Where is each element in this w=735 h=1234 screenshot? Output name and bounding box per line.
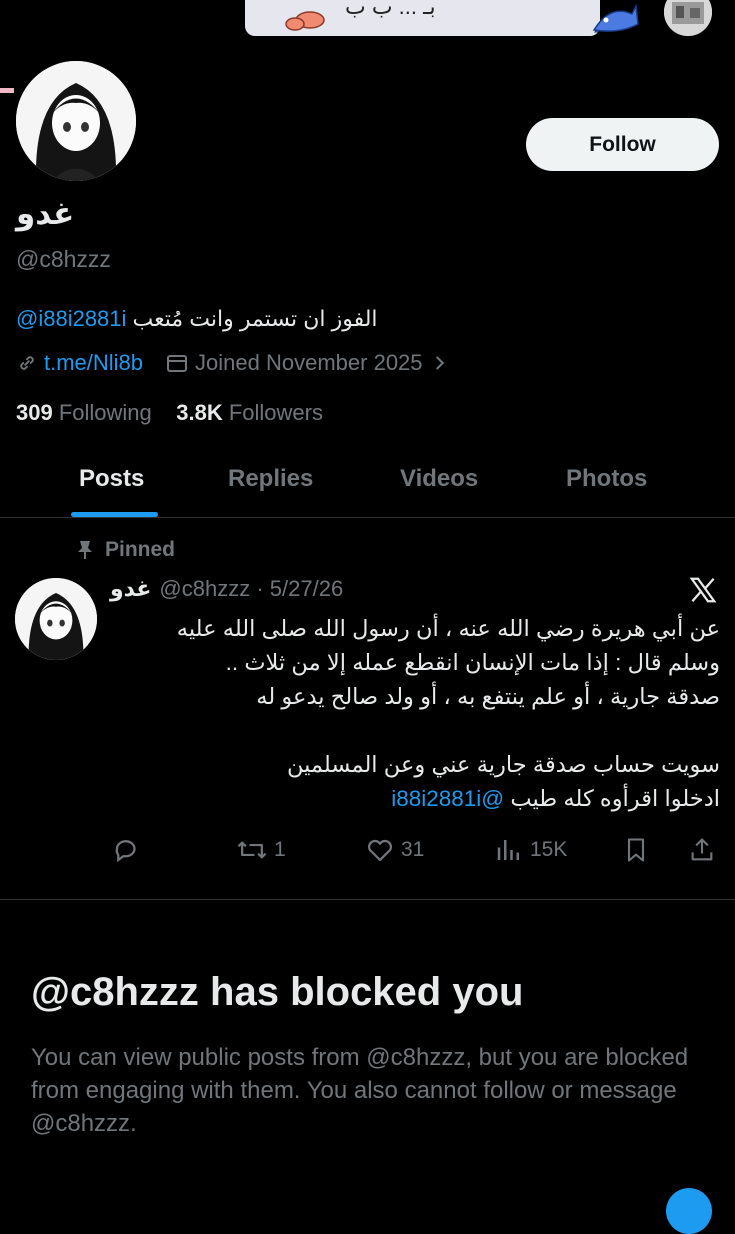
post-author-name[interactable]: غدو xyxy=(110,576,151,602)
repost-icon xyxy=(237,841,267,859)
pin-icon xyxy=(78,541,92,559)
repost-button[interactable]: 1 xyxy=(236,835,286,865)
x-logo-icon xyxy=(689,577,717,603)
share-icon xyxy=(691,838,713,861)
tab-photos[interactable]: Photos xyxy=(566,465,647,493)
profile-bio: @i88i2881i الفوز ان تستمر وانت مُتعب xyxy=(16,306,378,332)
bookmark-button[interactable] xyxy=(622,835,650,865)
compose-button[interactable] xyxy=(666,1188,712,1234)
post-line: ادخلوا اقرأوه كله طيب @i88i2881i xyxy=(110,782,720,816)
post-line: صدقة جارية ، أو علم ينتفع به ، أو ولد صا… xyxy=(256,684,720,709)
link-icon xyxy=(20,356,34,370)
post-line: عن أبي هريرة رضي الله عنه ، أن رسول الله… xyxy=(176,616,720,641)
heart-icon xyxy=(367,839,393,862)
like-count: 31 xyxy=(401,838,425,861)
tab-posts[interactable]: Posts xyxy=(79,465,144,493)
post-line: وسلم قال : إذا مات الإنسان انقطع عمله إل… xyxy=(225,650,720,675)
blocked-description: You can view public posts from @c8hzzz, … xyxy=(31,1044,689,1137)
banner-text: بـ ... ب ب xyxy=(345,0,436,19)
joined-date: Joined November 2025 xyxy=(195,350,423,375)
banner-shark-icon xyxy=(592,3,639,32)
views-button[interactable]: 15K xyxy=(494,835,567,865)
tab-videos[interactable]: Videos xyxy=(400,465,478,493)
post-line-text: ادخلوا اقرأوه كله طيب xyxy=(510,786,720,811)
post-line xyxy=(110,714,720,748)
pinned-indicator: Pinned xyxy=(75,538,175,562)
top-avatar[interactable] xyxy=(662,0,714,38)
profile-tabs: Posts Replies Videos Photos xyxy=(0,455,735,517)
bio-mention[interactable]: @i88i2881i xyxy=(16,306,126,331)
post-text: عن أبي هريرة رضي الله عنه ، أن رسول الله… xyxy=(110,612,720,816)
blocked-title: @c8hzzz has blocked you xyxy=(31,970,524,1014)
display-name: غدو xyxy=(16,196,75,231)
calendar-icon xyxy=(167,355,188,372)
post-line: سويت حساب صدقة جارية عني وعن المسلمين xyxy=(287,752,720,777)
post-mention[interactable]: @i88i2881i xyxy=(391,786,504,811)
post-actions: 1 31 15K xyxy=(110,835,720,867)
post-author-handle[interactable]: @c8hzzz xyxy=(159,576,250,602)
banner-accent xyxy=(0,88,14,93)
post-header: غدو @c8hzzz · 5/27/26 xyxy=(110,576,343,602)
profile-avatar[interactable] xyxy=(13,58,139,184)
bookmark-icon xyxy=(627,838,645,862)
follow-stats: 309 Following 3.8K Followers xyxy=(16,400,323,426)
reply-icon xyxy=(115,840,136,863)
profile-handle: @c8hzzz xyxy=(16,246,111,272)
tabs-divider xyxy=(0,517,735,518)
following-stat[interactable]: 309 Following xyxy=(16,400,152,425)
profile-meta: t.me/Nli8b Joined November 2025 xyxy=(16,350,451,376)
like-button[interactable]: 31 xyxy=(365,835,424,865)
post-date[interactable]: 5/27/26 xyxy=(270,576,343,602)
views-icon xyxy=(497,840,519,860)
views-count: 15K xyxy=(530,838,568,861)
tab-replies[interactable]: Replies xyxy=(228,465,313,493)
header-banner: بـ ... ب ب xyxy=(245,0,600,36)
chevron-right-icon[interactable] xyxy=(429,352,451,374)
share-button[interactable] xyxy=(688,835,716,865)
follow-button[interactable]: Follow xyxy=(526,118,719,171)
repost-count: 1 xyxy=(274,838,286,861)
profile-link[interactable]: t.me/Nli8b xyxy=(44,350,143,376)
pinned-label: Pinned xyxy=(105,538,176,561)
bio-text: الفوز ان تستمر وانت مُتعب xyxy=(132,306,378,331)
reply-button[interactable] xyxy=(112,835,148,865)
post-divider xyxy=(0,899,735,900)
followers-stat[interactable]: 3.8K Followers xyxy=(176,400,323,425)
post-avatar[interactable] xyxy=(15,578,97,660)
separator-dot: · xyxy=(250,576,270,601)
